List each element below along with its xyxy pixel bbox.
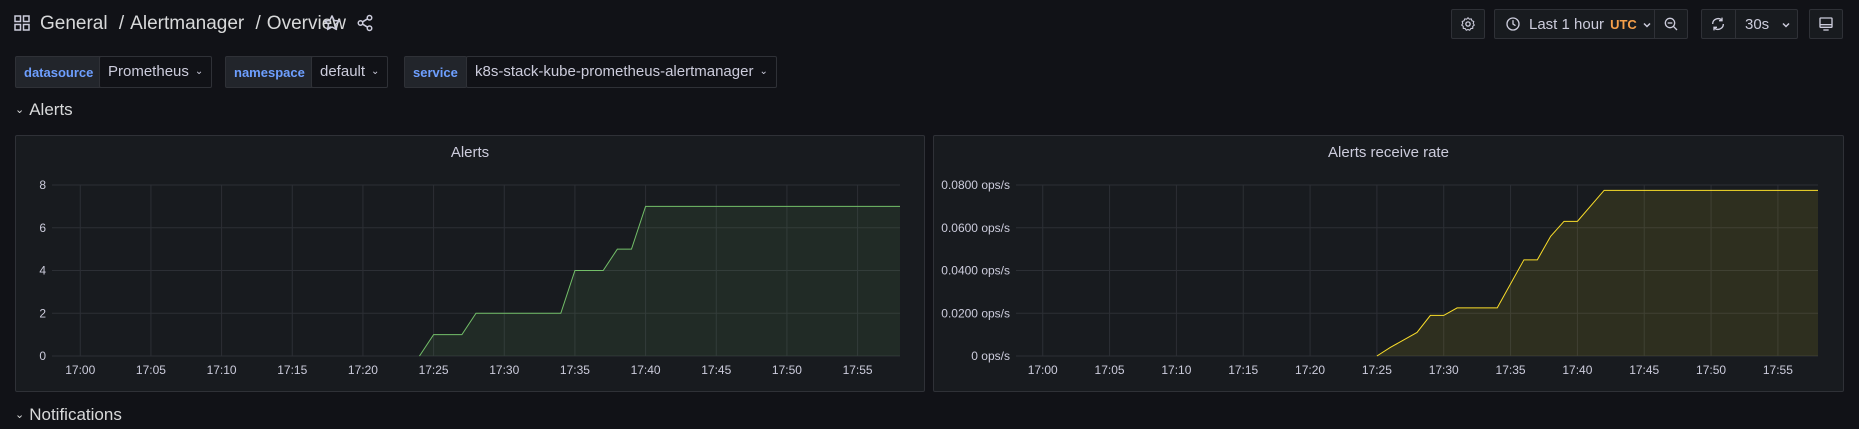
gear-icon bbox=[1461, 17, 1475, 31]
panel-alerts-receive-rate[interactable]: Alerts receive rate 0 ops/s 0.0200 ops/s 0… bbox=[933, 135, 1844, 392]
y-tick-label: 8 bbox=[39, 178, 46, 192]
breadcrumb-folder[interactable]: General bbox=[40, 13, 108, 34]
x-tick-label: 17:40 bbox=[631, 363, 661, 377]
x-tick-label: 17:35 bbox=[560, 363, 590, 377]
x-tick-label: 17:20 bbox=[1295, 363, 1325, 377]
y-tick-label: 4 bbox=[39, 264, 46, 278]
alerts-chart: 0 2 4 6 8 17:00 17:05 17:10 17:15 17:20 17:25 17:30… bbox=[39, 178, 900, 377]
x-tick-label: 17:35 bbox=[1496, 363, 1526, 377]
row-title: Alerts bbox=[29, 100, 73, 119]
series-area bbox=[1376, 190, 1818, 356]
x-tick-label: 17:50 bbox=[772, 363, 802, 377]
datasource-value: Prometheus bbox=[108, 63, 189, 80]
x-tick-label: 17:15 bbox=[1228, 363, 1258, 377]
x-tick-label: 17:25 bbox=[419, 363, 449, 377]
breadcrumb-separator: / bbox=[118, 13, 125, 34]
y-tick-label: 0.0800 ops/s bbox=[941, 178, 1010, 192]
settings-button[interactable] bbox=[1451, 9, 1485, 39]
refresh-icon[interactable] bbox=[1710, 16, 1726, 32]
time-range-label: Last 1 hour bbox=[1529, 16, 1605, 33]
chevron-down-icon: ⌄ bbox=[194, 66, 204, 78]
variable-label-datasource: datasource bbox=[15, 56, 103, 88]
y-tick-label: 2 bbox=[39, 306, 46, 320]
refresh-picker[interactable]: 30s bbox=[1701, 9, 1798, 39]
row-notifications[interactable]: ⌄ Notifications bbox=[15, 405, 122, 425]
divider bbox=[1735, 10, 1736, 38]
x-tick-label: 17:15 bbox=[277, 363, 307, 377]
y-tick-label: 0 bbox=[39, 349, 46, 363]
x-tick-label: 17:25 bbox=[1362, 363, 1392, 377]
service-select[interactable]: k8s-stack-kube-prometheus-alertmanager ⌄ bbox=[466, 56, 777, 88]
x-tick-label: 17:40 bbox=[1562, 363, 1592, 377]
refresh-interval: 30s bbox=[1745, 16, 1770, 33]
chevron-down-icon: ⌄ bbox=[15, 409, 25, 421]
y-tick-label: 0.0400 ops/s bbox=[941, 264, 1010, 278]
breadcrumb-dashboard[interactable]: Alertmanager bbox=[130, 13, 244, 34]
top-bar: General / Alertmanager / Overview Last 1 h… bbox=[0, 0, 1859, 48]
variable-label-service: service bbox=[404, 56, 467, 88]
x-tick-label: 17:30 bbox=[489, 363, 519, 377]
service-value: k8s-stack-kube-prometheus-alertmanager bbox=[475, 63, 754, 80]
x-tick-label: 17:10 bbox=[207, 363, 237, 377]
chevron-down-icon bbox=[1782, 22, 1790, 28]
tv-mode-button[interactable] bbox=[1809, 9, 1843, 39]
x-tick-label: 17:45 bbox=[1629, 363, 1659, 377]
variables-bar: datasource Prometheus ⌄ namespace default… bbox=[0, 56, 1859, 88]
clock-icon bbox=[1506, 17, 1520, 31]
panel-alerts[interactable]: Alerts 0 2 4 6 8 17:00 17:05 17:10 17:15 17:20 17:… bbox=[15, 135, 925, 392]
chevron-down-icon: ⌄ bbox=[371, 66, 380, 78]
breadcrumb: General / Alertmanager / Overview bbox=[40, 13, 346, 35]
time-range-picker[interactable]: Last 1 hour UTC bbox=[1494, 9, 1688, 39]
dashboards-grid-icon[interactable] bbox=[14, 15, 30, 31]
y-tick-label: 0 ops/s bbox=[971, 349, 1010, 363]
x-tick-label: 17:55 bbox=[1763, 363, 1793, 377]
monitor-icon bbox=[1819, 17, 1833, 31]
datasource-select[interactable]: Prometheus ⌄ bbox=[99, 56, 213, 88]
x-tick-label: 17:05 bbox=[1095, 363, 1125, 377]
chevron-down-icon: ⌄ bbox=[15, 104, 25, 116]
divider bbox=[1654, 10, 1655, 38]
share-icon[interactable] bbox=[356, 14, 374, 32]
row-alerts[interactable]: ⌄ Alerts bbox=[15, 100, 73, 120]
x-tick-label: 17:50 bbox=[1696, 363, 1726, 377]
y-tick-label: 0.0200 ops/s bbox=[941, 306, 1010, 320]
variable-label-namespace: namespace bbox=[225, 56, 314, 88]
namespace-value: default bbox=[320, 63, 366, 80]
namespace-select[interactable]: default ⌄ bbox=[311, 56, 389, 88]
x-tick-label: 17:05 bbox=[136, 363, 166, 377]
y-tick-label: 0.0600 ops/s bbox=[941, 221, 1010, 235]
alerts-receive-rate-chart: 0 ops/s 0.0200 ops/s 0.0400 ops/s 0.0600 op… bbox=[941, 178, 1818, 377]
timezone-label: UTC bbox=[1610, 17, 1637, 32]
breadcrumb-separator: / bbox=[255, 13, 261, 34]
x-tick-label: 17:55 bbox=[843, 363, 873, 377]
series-area bbox=[419, 206, 900, 356]
x-tick-label: 17:00 bbox=[1028, 363, 1058, 377]
x-tick-label: 17:20 bbox=[348, 363, 378, 377]
chevron-down-icon bbox=[1643, 22, 1651, 28]
x-tick-label: 17:45 bbox=[701, 363, 731, 377]
x-tick-label: 17:30 bbox=[1429, 363, 1459, 377]
star-icon[interactable] bbox=[323, 14, 341, 32]
y-tick-label: 6 bbox=[39, 221, 46, 235]
x-tick-label: 17:10 bbox=[1161, 363, 1191, 377]
x-tick-label: 17:00 bbox=[65, 363, 95, 377]
row-title: Notifications bbox=[29, 405, 122, 424]
chevron-down-icon: ⌄ bbox=[759, 66, 768, 78]
zoom-out-icon[interactable] bbox=[1663, 16, 1679, 32]
